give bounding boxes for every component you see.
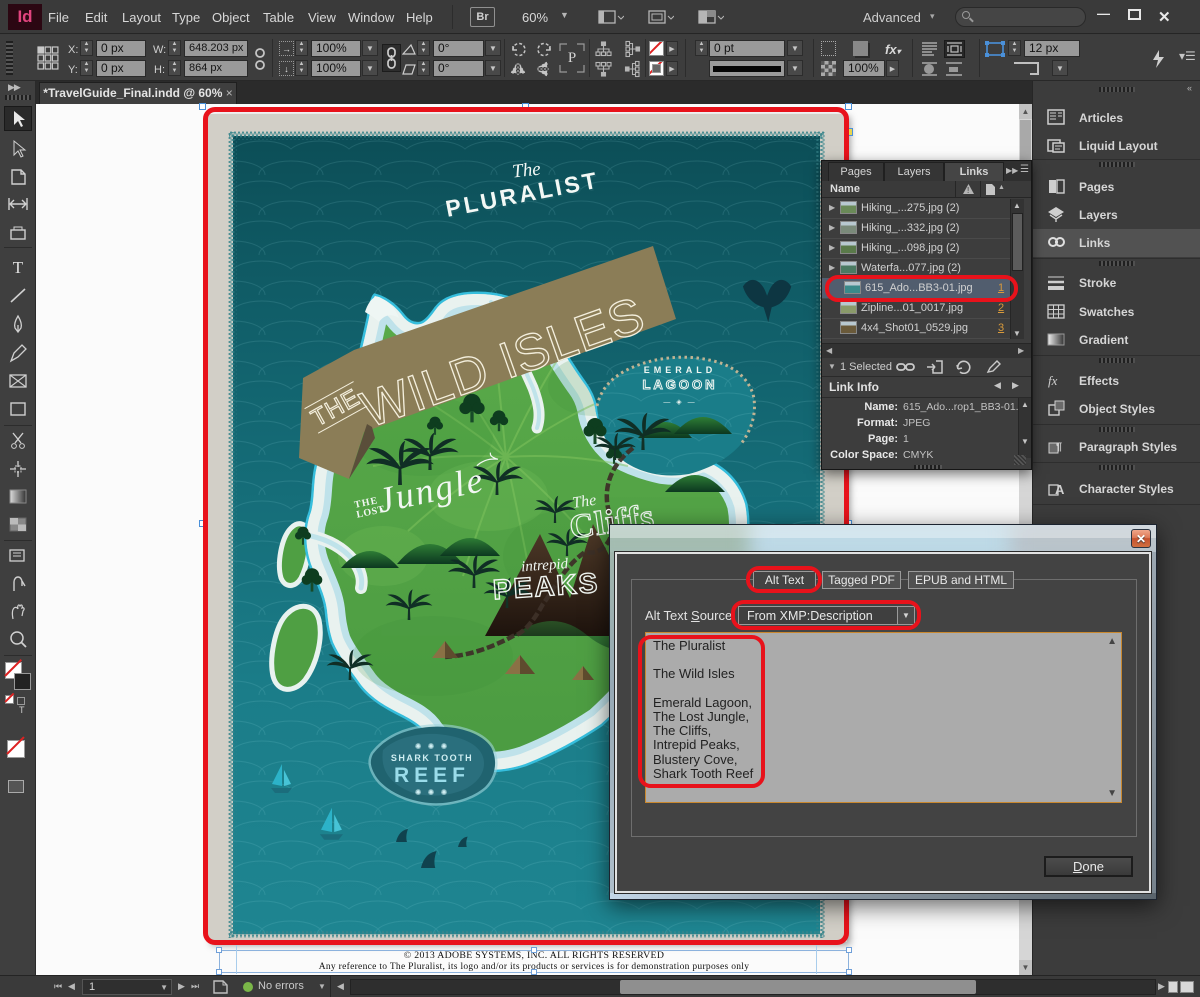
svg-text:A: A xyxy=(1055,482,1065,497)
svg-text:!: ! xyxy=(967,186,969,195)
svg-text:¶: ¶ xyxy=(1056,441,1062,453)
svg-text:T: T xyxy=(13,258,24,277)
svg-text:fx: fx xyxy=(1048,373,1058,388)
